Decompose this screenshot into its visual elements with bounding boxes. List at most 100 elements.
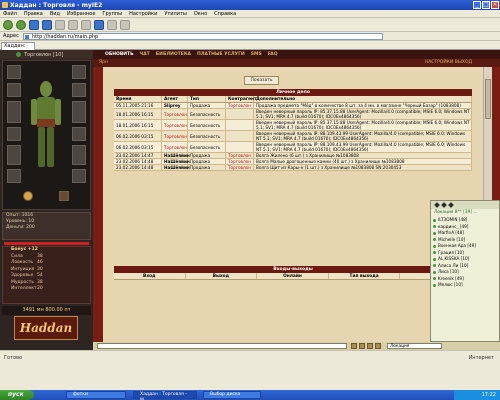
game-top-nav: ОБНОВИТЬ ЧАТ БИБЛИОТЕКА ПЛАТНЫЕ УСЛУГИ S… (93, 50, 500, 59)
settings-exit-links[interactable]: НАСТРОЙКИ ВЫХОД (425, 59, 472, 67)
close-button[interactable]: × (491, 1, 499, 9)
online-location: Локация 8** [39] ... (434, 210, 478, 215)
chat-input-row: Локация (93, 342, 500, 350)
nav-paid-services[interactable]: ПЛАТНЫЕ УСЛУГИ (197, 52, 245, 57)
nav-chat[interactable]: ЧАТ (140, 52, 150, 57)
location-label: Ярн (99, 60, 108, 65)
menu-favorites[interactable]: Избранное (67, 11, 95, 17)
log-title: Личное дело (114, 89, 472, 96)
mail-icon[interactable] (107, 19, 117, 30)
translit-icon[interactable] (375, 343, 381, 349)
url-text: http://haddan.ru/main.php (32, 33, 99, 40)
menu-settings[interactable]: Настройки (129, 11, 157, 17)
col-exit-type: Тип выхода (329, 273, 401, 279)
col-logout: Выход (186, 273, 258, 279)
status-bar: Готово Интернет (0, 350, 500, 390)
menu-bar: Файл Правка Вид Избранное Группы Настрой… (0, 10, 500, 18)
glove-slot[interactable] (72, 83, 86, 97)
heart-icon[interactable] (23, 191, 33, 201)
shield-slot[interactable] (72, 145, 86, 165)
logins-column-headers: Вход Выход Онлайн Тип выхода IP (114, 273, 472, 280)
col-online: Онлайн (257, 273, 329, 279)
character-panel: Торговлон [10] Опыт: 1016 Уровень: 10 Де… (0, 50, 93, 342)
player-item[interactable]: Мелюс [10] (433, 282, 499, 289)
history-icon[interactable] (94, 19, 104, 30)
necklace-slot[interactable] (7, 83, 21, 97)
stats-box: Бонус +12 Сила 38 Ловкость 46 Интуиция 30 З… (2, 246, 91, 304)
money-line: 3491 мн 800.00 пт (2, 306, 91, 315)
tab-haddan[interactable]: Хаддан: Т... (1, 42, 35, 56)
menu-view[interactable]: Вид (50, 11, 60, 17)
menu-help[interactable]: Справка (214, 11, 236, 17)
print-icon[interactable] (120, 19, 130, 30)
clear-icon[interactable] (367, 343, 373, 349)
system-tray-clock: 17:22 (454, 390, 500, 400)
favorites-icon[interactable] (81, 19, 91, 30)
table-row: 06.02.2006 03:15 Торговлон Безопасность Вве… (114, 142, 472, 153)
nav-faq[interactable]: FAQ (268, 52, 278, 57)
boots-slot[interactable] (7, 169, 21, 183)
filter-icon[interactable] (448, 202, 454, 208)
table-row: 06.02.2006 03:15 Торговлон Безопасность Вве… (114, 131, 472, 142)
show-button[interactable]: Показать (244, 76, 279, 85)
menu-edit[interactable]: Правка (24, 11, 43, 17)
bag-icon[interactable] (59, 191, 69, 201)
game-area: Торговлон [10] Опыт: 1016 Уровень: 10 Де… (0, 50, 500, 342)
col-info: Дополнительно (254, 96, 472, 102)
back-icon[interactable] (3, 19, 13, 30)
minimize-button[interactable]: _ (473, 1, 481, 9)
table-row: 18.01.2006 16:15 Торговлон Безопасность Вве… (114, 109, 472, 120)
armor-slot[interactable] (7, 101, 21, 123)
col-partner: Контрагент (228, 96, 257, 102)
log-rows: 05.11.2005 21:16 Sliprey Продажа Торговлон П… (114, 103, 472, 171)
pants-slot[interactable] (7, 145, 21, 165)
task-disk[interactable]: Выбор диска (203, 391, 261, 399)
search-icon[interactable] (68, 19, 78, 30)
menu-utilities[interactable]: Утилиты (164, 11, 187, 17)
info-row: Деньги: 200 (6, 225, 35, 230)
stat-row: Интеллект 20 (11, 286, 43, 291)
window-titlebar: Хаддан : Торговля - myIE2 _ □ × (0, 0, 500, 10)
home-icon[interactable] (55, 19, 65, 30)
send-icon[interactable] (359, 343, 365, 349)
online-status-icon (16, 52, 21, 57)
earring-slot[interactable] (72, 65, 86, 79)
start-button[interactable]: пуск (0, 390, 34, 400)
tab-bar: Хаддан: Т... (0, 41, 500, 56)
chat-buttons (351, 343, 381, 349)
content-parchment: Показать Личное дело Время Агент Тип Кон… (103, 67, 483, 342)
smile-icon[interactable] (351, 343, 357, 349)
refresh-icon[interactable] (42, 19, 52, 30)
maximize-button[interactable]: □ (482, 1, 490, 9)
menu-file[interactable]: Файл (3, 11, 17, 17)
bracer-slot[interactable] (72, 169, 86, 183)
url-input[interactable]: http://haddan.ru/main.php (23, 32, 383, 40)
taskbar: пуск фотки Хаддан : Торговля - M... Выбо… (0, 390, 500, 400)
task-browser[interactable]: Хаддан : Торговля - M... (133, 391, 197, 400)
filter-icon[interactable] (434, 202, 440, 208)
chat-channel-select[interactable]: Локация (387, 343, 442, 349)
nav-library[interactable]: БИБЛИОТЕКА (156, 52, 191, 57)
player-list: ILT3OMIN [48] кардинс_ [49] MarfinA [48]… (431, 217, 499, 289)
col-agent: Агент (162, 96, 188, 102)
character-name[interactable]: Торговлон [10] (24, 52, 63, 58)
nav-sms[interactable]: SMS (251, 52, 262, 57)
app-icon (2, 2, 8, 8)
window-title: Хаддан : Торговля - myIE2 (10, 1, 103, 9)
filter-icon[interactable] (441, 202, 447, 208)
menu-groups[interactable]: Группы (102, 11, 122, 17)
belt-slot[interactable] (7, 127, 21, 141)
ring-slot[interactable] (72, 127, 86, 141)
chat-input[interactable] (97, 343, 347, 349)
task-folder[interactable]: фотки (66, 391, 126, 399)
stop-icon[interactable] (29, 19, 39, 30)
character-info: Опыт: 1016 Уровень: 10 Деньги: 200 (2, 212, 91, 240)
forward-icon[interactable] (16, 19, 26, 30)
scrollbar-thumb[interactable] (485, 79, 491, 119)
table-row: 18.01.2006 16:15 Торговлон Безопасность Вве… (114, 120, 472, 131)
nav-refresh[interactable]: ОБНОВИТЬ (105, 52, 134, 57)
hp-bar (4, 242, 89, 245)
helmet-slot[interactable] (7, 65, 21, 79)
weapon-slot[interactable] (72, 101, 86, 123)
menu-window[interactable]: Окно (194, 11, 207, 17)
